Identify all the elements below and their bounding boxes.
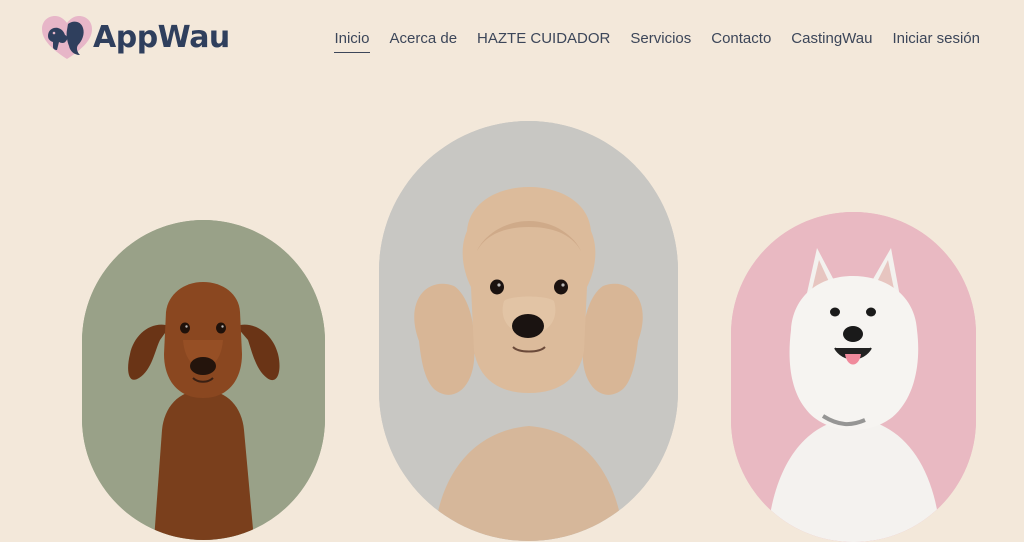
samoyed-photo: [731, 212, 976, 542]
nav-item-contacto[interactable]: Contacto: [701, 28, 781, 50]
site-header: AppWau Inicio Acerca de HAZTE CUIDADOR S…: [0, 0, 1024, 80]
poodle-photo: [379, 121, 678, 541]
nav-item-inicio[interactable]: Inicio: [324, 28, 379, 53]
nav-item-hazte-cuidador[interactable]: HAZTE CUIDADOR: [467, 28, 620, 50]
brand-logo-link[interactable]: AppWau: [40, 14, 230, 62]
dog-and-woman-heart-icon: [42, 16, 92, 59]
nav-item-servicios[interactable]: Servicios: [620, 28, 701, 50]
dachshund-photo: [82, 220, 325, 540]
nav-item-iniciar-sesion[interactable]: Iniciar sesión: [882, 28, 990, 50]
nav-item-castingwau[interactable]: CastingWau: [781, 28, 882, 50]
brand-name: AppWau: [93, 20, 230, 55]
main-navigation: Inicio Acerca de HAZTE CUIDADOR Servicio…: [324, 28, 990, 53]
nav-item-acerca-de[interactable]: Acerca de: [380, 28, 468, 50]
